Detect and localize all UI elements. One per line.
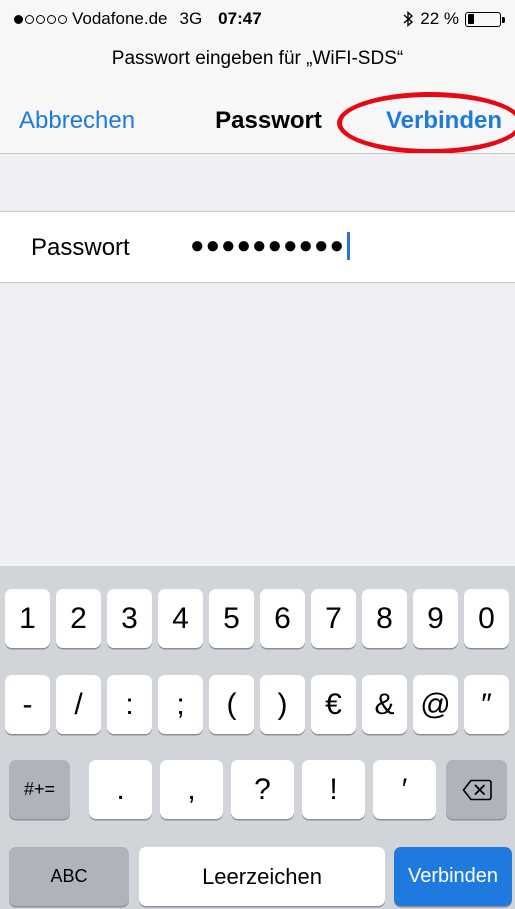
password-field[interactable]: ●●●●●●●●●● xyxy=(190,230,350,262)
key-row3[interactable]: ? xyxy=(231,760,294,819)
battery-icon xyxy=(465,11,505,27)
key-row1[interactable]: 5 xyxy=(209,589,254,648)
carrier-name: Vodafone.de xyxy=(72,9,168,28)
bluetooth-icon xyxy=(403,10,414,28)
key-row2[interactable]: & xyxy=(362,675,407,734)
key-row3[interactable]: ′ xyxy=(373,760,436,819)
key-row3[interactable]: , xyxy=(160,760,223,819)
password-value: ●●●●●●●●●● xyxy=(190,232,345,259)
keyboard: #+= ABC Leerzeichen Verbinden 1234567890… xyxy=(0,566,515,909)
password-row[interactable]: Passwort ●●●●●●●●●● xyxy=(0,211,515,283)
backspace-key[interactable] xyxy=(446,760,507,819)
key-row1[interactable]: 2 xyxy=(56,589,101,648)
key-row1[interactable]: 7 xyxy=(311,589,356,648)
key-row1[interactable]: 4 xyxy=(158,589,203,648)
key-row2[interactable]: ) xyxy=(260,675,305,734)
password-prompt: Passwort eingeben für „WiFI-SDS“ xyxy=(111,48,404,69)
backspace-icon xyxy=(462,779,492,800)
key-row3[interactable]: . xyxy=(89,760,152,819)
connect-button[interactable]: Verbinden xyxy=(386,107,502,135)
signal-dot xyxy=(47,14,56,24)
battery-tip xyxy=(502,16,505,23)
nav-title-text: Passwort xyxy=(215,107,322,134)
signal-dot xyxy=(58,14,67,24)
section-gap xyxy=(0,154,515,211)
signal-dot xyxy=(14,14,23,24)
symbols-key[interactable]: #+= xyxy=(9,760,70,819)
status-time: 07:47 xyxy=(218,9,262,28)
key-row1[interactable]: 8 xyxy=(362,589,407,648)
phone-screen: Vodafone.de 3G 07:47 22 % Passwort einge… xyxy=(0,0,515,909)
signal-strength-icon xyxy=(14,14,67,24)
key-row1[interactable]: 6 xyxy=(260,589,305,648)
key-row2[interactable]: ″ xyxy=(464,675,509,734)
key-row1[interactable]: 3 xyxy=(107,589,152,648)
signal-dot xyxy=(25,14,34,24)
connect-return-key[interactable]: Verbinden xyxy=(394,847,512,906)
battery-level xyxy=(467,14,475,24)
key-row2[interactable]: ; xyxy=(158,675,203,734)
text-cursor xyxy=(346,232,350,260)
nav-bar: Abbrechen Passwort Verbinden xyxy=(0,95,515,153)
key-row2[interactable]: / xyxy=(56,675,101,734)
key-row1[interactable]: 9 xyxy=(413,589,458,648)
battery-percent: 22 % xyxy=(420,9,459,28)
abc-key[interactable]: ABC xyxy=(9,847,129,906)
network-type: 3G xyxy=(179,9,203,28)
key-row2[interactable]: € xyxy=(311,675,356,734)
password-label: Passwort xyxy=(31,234,130,261)
status-right: 22 % xyxy=(402,9,505,29)
signal-dot xyxy=(36,14,45,24)
key-row2[interactable]: @ xyxy=(413,675,458,734)
key-row2[interactable]: : xyxy=(107,675,152,734)
key-row1[interactable]: 1 xyxy=(5,589,50,648)
space-key[interactable]: Leerzeichen xyxy=(139,847,385,906)
key-row2[interactable]: ( xyxy=(209,675,254,734)
key-row1[interactable]: 0 xyxy=(464,589,509,648)
content-area xyxy=(0,283,515,566)
key-row2[interactable]: - xyxy=(5,675,50,734)
status-bar: Vodafone.de 3G 07:47 22 % xyxy=(0,0,515,38)
key-row3[interactable]: ! xyxy=(302,760,365,819)
